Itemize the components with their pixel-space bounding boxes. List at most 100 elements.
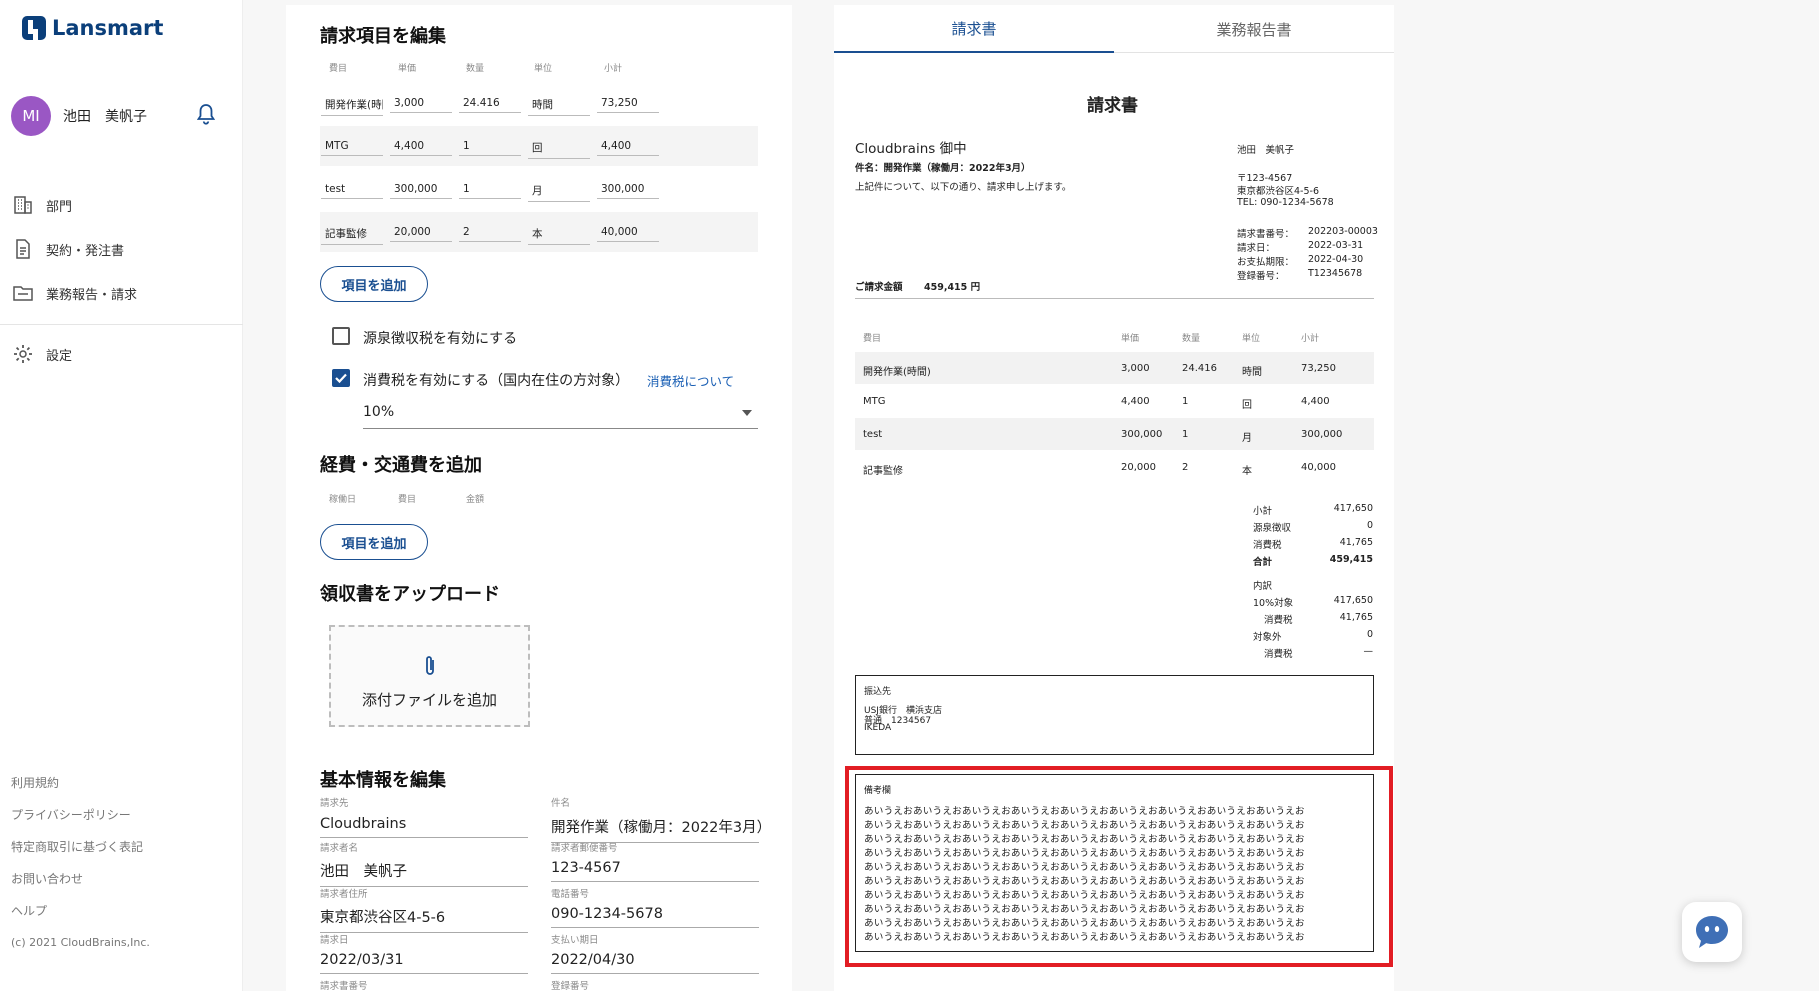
footer-link-contact[interactable]: お問い合わせ [11,870,83,887]
gear-icon [14,345,32,363]
unit-price-input[interactable]: 300,000 [390,183,452,199]
preview-cell: 300,000 [1301,429,1343,440]
preview-row [855,385,1374,417]
unit-price-input[interactable]: 3,000 [390,97,452,113]
bank-title: 振込先 [864,687,892,697]
summary-row: 内訳 [1253,578,1373,592]
quantity-input[interactable]: 1 [459,140,521,156]
issuer-postal: 〒123-4567 [1237,173,1293,184]
due-date-input[interactable]: 2022/04/30 [551,952,759,974]
tax-rate-select[interactable]: 10% [363,401,758,429]
chat-widget-button[interactable] [1682,902,1742,962]
summary-value: 417,650 [1333,503,1373,514]
tax-label: 消費税を有効にする（国内在住の方対象） [363,373,630,389]
subject-label: 件名 [551,798,571,809]
bank-line: IKEDA [864,723,892,733]
meta-value: 2022-03-31 [1308,240,1364,251]
summary-label: 合計 [1253,557,1273,568]
item-name-input[interactable]: 記事監修 [321,226,383,245]
subject-input[interactable]: 開発作業（稼働月：2022年3月） [551,816,771,843]
document-icon [16,239,30,259]
preview-cell: 月 [1242,433,1252,444]
sidebar: Lansmart MI 池田 美帆子 部門 契約・発注書 業務報告・請求 設定 … [0,0,243,991]
footer-link-terms[interactable]: 利用規約 [11,774,59,791]
billing-to-input[interactable]: Cloudbrains [320,816,528,838]
postal-code-label: 請求者郵便番号 [551,843,618,854]
invoice-date-label: 請求日 [320,935,349,946]
add-item-button[interactable]: 項目を追加 [320,266,428,302]
preview-cell: 1 [1182,429,1189,440]
withholding-checkbox[interactable] [332,327,350,345]
footer-link-help[interactable]: ヘルプ [11,902,47,919]
sidebar-item-settings[interactable]: 設定 [12,343,72,365]
summary-value: 41,765 [1339,612,1373,623]
issuer-name-input[interactable]: 池田 美帆子 [320,860,528,887]
phone-label: 電話番号 [551,889,590,900]
subtotal-field: 73,250 [597,97,659,113]
unit-price-input[interactable]: 4,400 [390,140,452,156]
summary-row: 消費税 — [1253,646,1373,660]
summary-row: 消費税 41,765 [1253,612,1373,626]
preview-tabs: 請求書 業務報告書 [834,5,1394,53]
sidebar-item-departments[interactable]: 部門 [12,194,72,216]
item-name-input[interactable]: 開発作業(時間 [321,97,383,116]
unit-input[interactable]: 本 [528,226,590,245]
summary-label: 源泉徴収 [1253,523,1292,534]
quantity-input[interactable]: 2 [459,226,521,242]
column-header: 単位 [534,64,553,74]
preview-cell: 24.416 [1182,363,1217,374]
tab-work-report[interactable]: 業務報告書 [1114,5,1394,53]
client-name: Cloudbrains 御中 [855,141,967,157]
add-expense-button[interactable]: 項目を追加 [320,524,428,560]
preview-row [855,451,1374,483]
memo-line: あいうえおあいうえおあいうえおあいうえおあいうえおあいうえおあいうえおあいうえお… [864,806,1305,817]
preview-col-header: 単位 [1242,334,1261,344]
memo-line: あいうえおあいうえおあいうえおあいうえおあいうえおあいうえおあいうえおあいうえお… [864,862,1305,873]
preview-cell: 73,250 [1301,363,1336,374]
summary-row: 源泉徴収 0 [1253,520,1373,534]
preview-cell: 4,400 [1121,396,1150,407]
postal-code-input[interactable]: 123-4567 [551,860,759,882]
footer-link-commerce[interactable]: 特定商取引に基づく表記 [11,838,143,855]
basic-section-title: 基本情報を編集 [320,770,446,791]
invoice-date-input[interactable]: 2022/03/31 [320,952,528,974]
unit-input[interactable]: 月 [528,183,590,202]
invoice-intro: 上記件について、以下の通り、請求申し上げます。 [855,182,1072,193]
summary-row: 消費税 41,765 [1253,537,1373,551]
preview-col-header: 数量 [1182,334,1201,344]
tax-checkbox[interactable] [332,369,350,387]
attachment-dropzone[interactable]: 添付ファイルを追加 [329,625,530,727]
quantity-input[interactable]: 24.416 [459,97,521,113]
meta-label: 登録番号： [1237,271,1285,282]
unit-price-input[interactable]: 20,000 [390,226,452,242]
tax-info-link[interactable]: 消費税について [647,371,734,390]
phone-input[interactable]: 090-1234-5678 [551,906,759,928]
memo-line: あいうえおあいうえおあいうえおあいうえおあいうえおあいうえおあいうえおあいうえお… [864,848,1305,859]
items-section-title: 請求項目を編集 [320,26,446,47]
footer-link-privacy[interactable]: プライバシーポリシー [11,806,131,823]
tab-invoice[interactable]: 請求書 [834,5,1114,53]
total-value: 459,415 円 [924,282,981,293]
column-header: 数量 [466,64,485,74]
logo[interactable]: Lansmart [22,16,163,40]
unit-input[interactable]: 時間 [528,97,590,116]
preview-cell: test [863,429,883,440]
preview-cell: MTG [863,396,886,407]
summary-label: 消費税 [1264,615,1293,626]
item-name-input[interactable]: test [321,183,383,199]
address-input[interactable]: 東京都渋谷区4-5-6 [320,906,528,933]
item-name-input[interactable]: MTG [321,140,383,156]
unit-input[interactable]: 回 [528,140,590,159]
issuer-name-label: 請求者名 [320,843,359,854]
memo-line: あいうえおあいうえおあいうえおあいうえおあいうえおあいうえおあいうえおあいうえお… [864,904,1305,915]
subtotal-field: 4,400 [597,140,659,156]
bell-icon[interactable] [197,103,215,125]
sidebar-item-reports[interactable]: 業務報告・請求 [12,282,137,304]
chevron-down-icon [742,410,752,416]
user-info[interactable]: MI 池田 美帆子 [11,96,147,136]
sidebar-item-contracts[interactable]: 契約・発注書 [12,238,124,260]
bank-box: 振込先 USJ銀行 横浜支店 普通 1234567 IKEDA [855,675,1374,755]
summary-value: 0 [1366,520,1373,531]
memo-title: 備考欄 [864,786,892,796]
quantity-input[interactable]: 1 [459,183,521,199]
